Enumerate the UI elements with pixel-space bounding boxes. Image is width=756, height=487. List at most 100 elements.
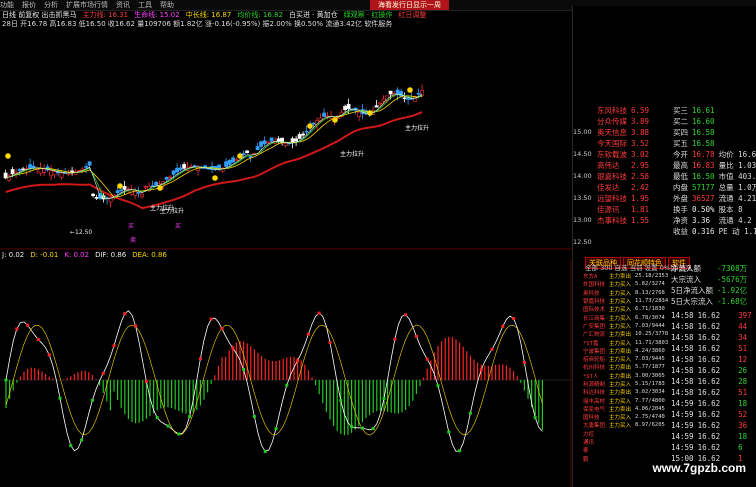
plate-row[interactable]: 今天国际 3.52 [595,138,651,149]
news-stock: 招商轮船 [583,357,606,364]
news-row[interactable]: 瑞丰高材 主力买入 7.77/4800 [581,396,670,405]
tick-time: 14:59 [671,421,694,430]
menu-item-0[interactable]: 功能 [0,0,14,10]
macd-bars [5,336,544,436]
news-stock: 泰 [583,448,589,455]
indicator-0: 日线 前复权 出击抓黑马 [2,11,77,19]
plate-row[interactable]: 佳源讯 1.81 [595,204,651,215]
news-row[interactable]: 力控 [581,430,670,438]
tick-price: 16.62 [697,377,721,386]
news-row[interactable]: 外国科技 主力买入 5.82/3274 [581,280,670,288]
tick-time: 14:58 [671,344,694,353]
news-value: 7.03/9445 [635,356,665,363]
news-row[interactable]: 银嘉科技 主力买入 11.73/2834 [581,297,670,305]
news-stock: 广汇物流 [583,332,606,339]
indicator-7: 红日调整 [398,11,427,19]
news-type: 主力买入 [609,423,632,430]
candle [182,162,187,171]
life-line [5,111,423,210]
news-row[interactable]: *ST嘉 主力买入 11.71/3803 [581,338,670,347]
candle [203,164,208,169]
indicator-line-1: 日线 前复权 出击抓黑马 主力线: 16.31 生命线: 15.02 中长线: 16.… [2,11,432,20]
quote-row: 净资 3.36 流通 4.2 [671,215,756,226]
plate-row[interactable]: 高伟达 2.95 [595,160,651,171]
indicator-chart[interactable] [0,260,572,487]
candle [91,193,96,198]
plate-row[interactable]: 东风科技 6.59 [595,105,651,116]
menu-item-6[interactable]: 帮助 [160,0,174,10]
news-stock: 通讯 [583,440,595,447]
signal-dot [533,416,537,420]
sub-indicator-2: K: 0.02 [64,251,90,259]
quote-value: 16.83 [692,161,715,170]
candles [3,84,425,208]
plate-name: 远望科技 [597,194,627,203]
news-row[interactable]: 杭州科技 主力卖出 5.77/1877 [581,363,670,371]
candle [31,161,36,171]
plate-row[interactable]: 分众传媒 3.89 [595,116,651,127]
tick-volume: 51 [738,344,748,353]
tick-row: 14:58 16.62 34 [669,332,754,343]
signal-dot [436,384,440,388]
candle [245,149,250,154]
candle [353,107,358,114]
tick-list: 14:58 16.62 397 14:58 16.62 44 14:58 16.62 34 14:… [669,310,754,464]
news-row[interactable]: 东方A 主力卖出 25.18/2353 [581,272,670,280]
news-row[interactable]: *ST人 主力卖出 3.00/3005 [581,372,670,380]
menu-item-2[interactable]: 分析 [44,0,58,10]
plate-row[interactable]: 奥天信息 3.88 [595,127,651,138]
candle [262,136,267,147]
signal-dot [4,378,8,382]
news-row[interactable]: 招商轮船 主力买入 7.03/9445 [581,355,670,363]
candle [178,164,183,172]
news-row[interactable]: 奥科技 主力买入 8.13/2768 [581,289,670,297]
indicator-2: 生命线: 15.02 [134,11,180,19]
news-row[interactable]: 广汇物流 主力卖出 10.25/3778 [581,330,670,338]
signal-dot [468,411,472,415]
avg-line [5,94,423,199]
menu-item-3[interactable]: 扩展市场行情 [66,0,108,10]
menu-item-5[interactable]: 工具 [138,0,152,10]
plate-row[interactable]: 佳发达 2.42 [595,182,651,193]
news-list[interactable]: 东方A 主力卖出 25.18/2353 外国科技 主力买入 5.82/3274 奥科技 主力买… [581,272,670,463]
news-stock: 广安集团 [583,323,606,330]
news-row[interactable]: 国际技术 主力买入 6.71/1830 [581,305,670,313]
signal-dot [263,449,267,453]
candlestick-chart[interactable]: 主力拉升主力拉升主力拉升主力拉升←12.50买 买卖 [0,28,572,250]
news-stock: 利源精制 [583,382,606,388]
plate-row[interactable]: 远望科技 1.95 [595,193,651,204]
news-row[interactable]: 科达科技 主力卖出 3.02/3034 [581,388,670,396]
quote-value: 16.61 [692,106,715,115]
flow-label: 净流入额 [671,264,701,273]
candle [49,165,54,181]
plate-row[interactable]: 银嘉科技 2.58 [595,171,651,182]
news-row[interactable]: 国科技 主力买入 2.75/4740 [581,413,670,421]
news-row[interactable]: 保变电气 主力卖出 4.06/2045 [581,405,670,413]
news-value: 4.06/2045 [635,405,665,412]
tick-volume: 44 [738,322,748,331]
indicator-3: 中长线: 16.87 [185,11,232,19]
news-type [607,438,633,446]
news-row[interactable]: 通讯 [581,438,670,446]
right-panel: 15.00 14.50 14.00 13.50 13.00 12.50 东风科技 6.59 分… [572,6,756,487]
tick-row: 14:58 16.62 12 [669,354,754,365]
news-row[interactable]: 长江商集 主力买入 6.78/3074 [581,313,670,322]
quote-row: 买五 16.58 [671,138,756,149]
tick-row: 14:58 16.62 51 [669,343,754,354]
quote-row: 今开 16.78均价 16.67 [671,149,756,160]
candle [7,173,12,183]
plate-row[interactable]: 杰事科技 1.55 [595,215,651,226]
menu-item-1[interactable]: 报价 [22,0,36,10]
news-row[interactable]: 利源精制 主力买入 5.15/1783 [581,380,670,388]
plate-list[interactable]: 东风科技 6.59 分众传媒 3.89 奥天信息 3.88 今天国际 3.52 东软载波 3.02… [595,105,651,226]
news-row[interactable]: 广安集团 主力买入 7.03/9444 [581,322,670,330]
plate-row[interactable]: 东软载波 3.02 [595,149,651,160]
news-row[interactable]: 大唐集团 主力买入 8.97/6205 [581,421,670,429]
signal-dot [198,357,202,361]
quote-row: 换手 0.50% 股本 8 [671,204,756,215]
quote-value: 57177 [692,183,715,192]
menu-item-4[interactable]: 资讯 [116,0,130,10]
news-row[interactable]: 泰 [581,446,670,454]
news-stock: *ST嘉 [583,340,599,347]
news-row[interactable]: 宁波集团 主力卖出 4.24/3860 [581,347,670,355]
